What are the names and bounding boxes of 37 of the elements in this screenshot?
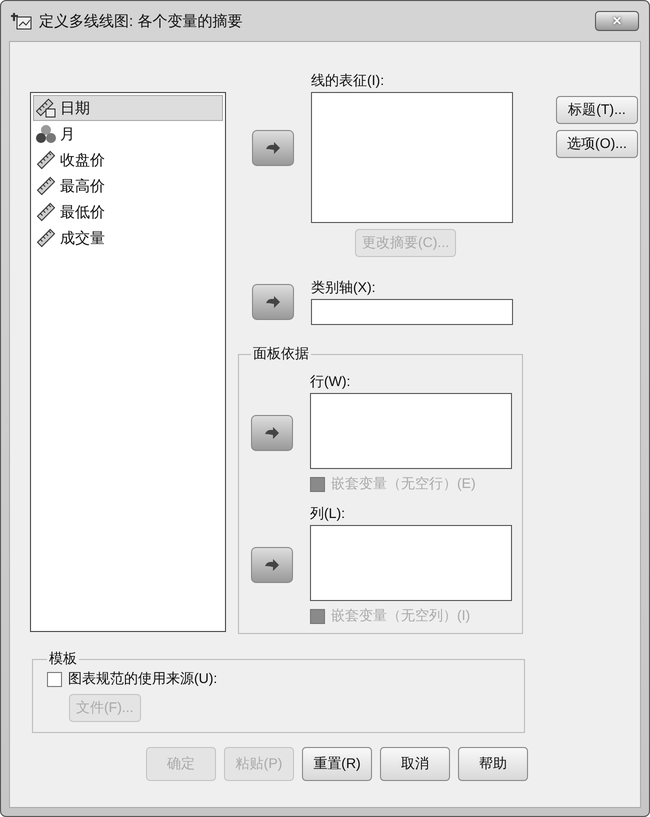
chart-icon bbox=[11, 11, 33, 31]
variable-item[interactable]: 最高价 bbox=[33, 173, 223, 199]
checkbox-label: 嵌套变量（无空列）(I) bbox=[331, 607, 470, 625]
field-label: 列(L): bbox=[310, 505, 346, 523]
move-arrow-button[interactable] bbox=[252, 130, 294, 166]
rows-list-box[interactable] bbox=[310, 393, 512, 469]
move-arrow-button[interactable] bbox=[252, 284, 294, 320]
variable-item[interactable]: 日期 bbox=[33, 95, 223, 121]
field-label: 线的表征(I): bbox=[311, 72, 386, 90]
variable-item[interactable]: 收盘价 bbox=[33, 147, 223, 173]
ruler-calendar-icon bbox=[36, 98, 56, 118]
move-arrow-button[interactable] bbox=[251, 547, 293, 583]
checkbox[interactable] bbox=[47, 672, 62, 686]
checkbox-label: 嵌套变量（无空行）(E) bbox=[331, 475, 476, 493]
arrow-icon bbox=[264, 426, 280, 440]
variable-item[interactable]: 最低价 bbox=[33, 199, 223, 225]
dialog-button[interactable]: 帮助 bbox=[458, 747, 528, 781]
balls-icon bbox=[36, 124, 56, 144]
dialog-button[interactable]: 选项(O)... bbox=[556, 130, 638, 158]
move-arrow-button[interactable] bbox=[251, 415, 293, 451]
dialog-button[interactable]: 重置(R) bbox=[302, 747, 372, 781]
category-axis-field[interactable] bbox=[311, 299, 513, 325]
field-label: 行(W): bbox=[310, 373, 352, 391]
dialog-button[interactable]: 取消 bbox=[380, 747, 450, 781]
arrow-icon bbox=[265, 140, 281, 154]
arrow-icon bbox=[265, 295, 281, 309]
window-title: 定义多线线图: 各个变量的摘要 bbox=[39, 12, 244, 30]
variable-item[interactable]: 成交量 bbox=[33, 225, 223, 251]
group-title: 模板 bbox=[48, 650, 78, 668]
field-label: 类别轴(X): bbox=[311, 279, 377, 297]
checkbox-label: 图表规范的使用来源(U): bbox=[68, 670, 218, 688]
dialog-button[interactable]: 标题(T)... bbox=[556, 96, 638, 124]
arrow-icon bbox=[264, 558, 280, 572]
variable-item[interactable]: 月 bbox=[33, 121, 223, 147]
group-title: 面板依据 bbox=[252, 345, 310, 363]
columns-list-box[interactable] bbox=[310, 525, 512, 601]
lines-list-box[interactable] bbox=[311, 92, 513, 223]
